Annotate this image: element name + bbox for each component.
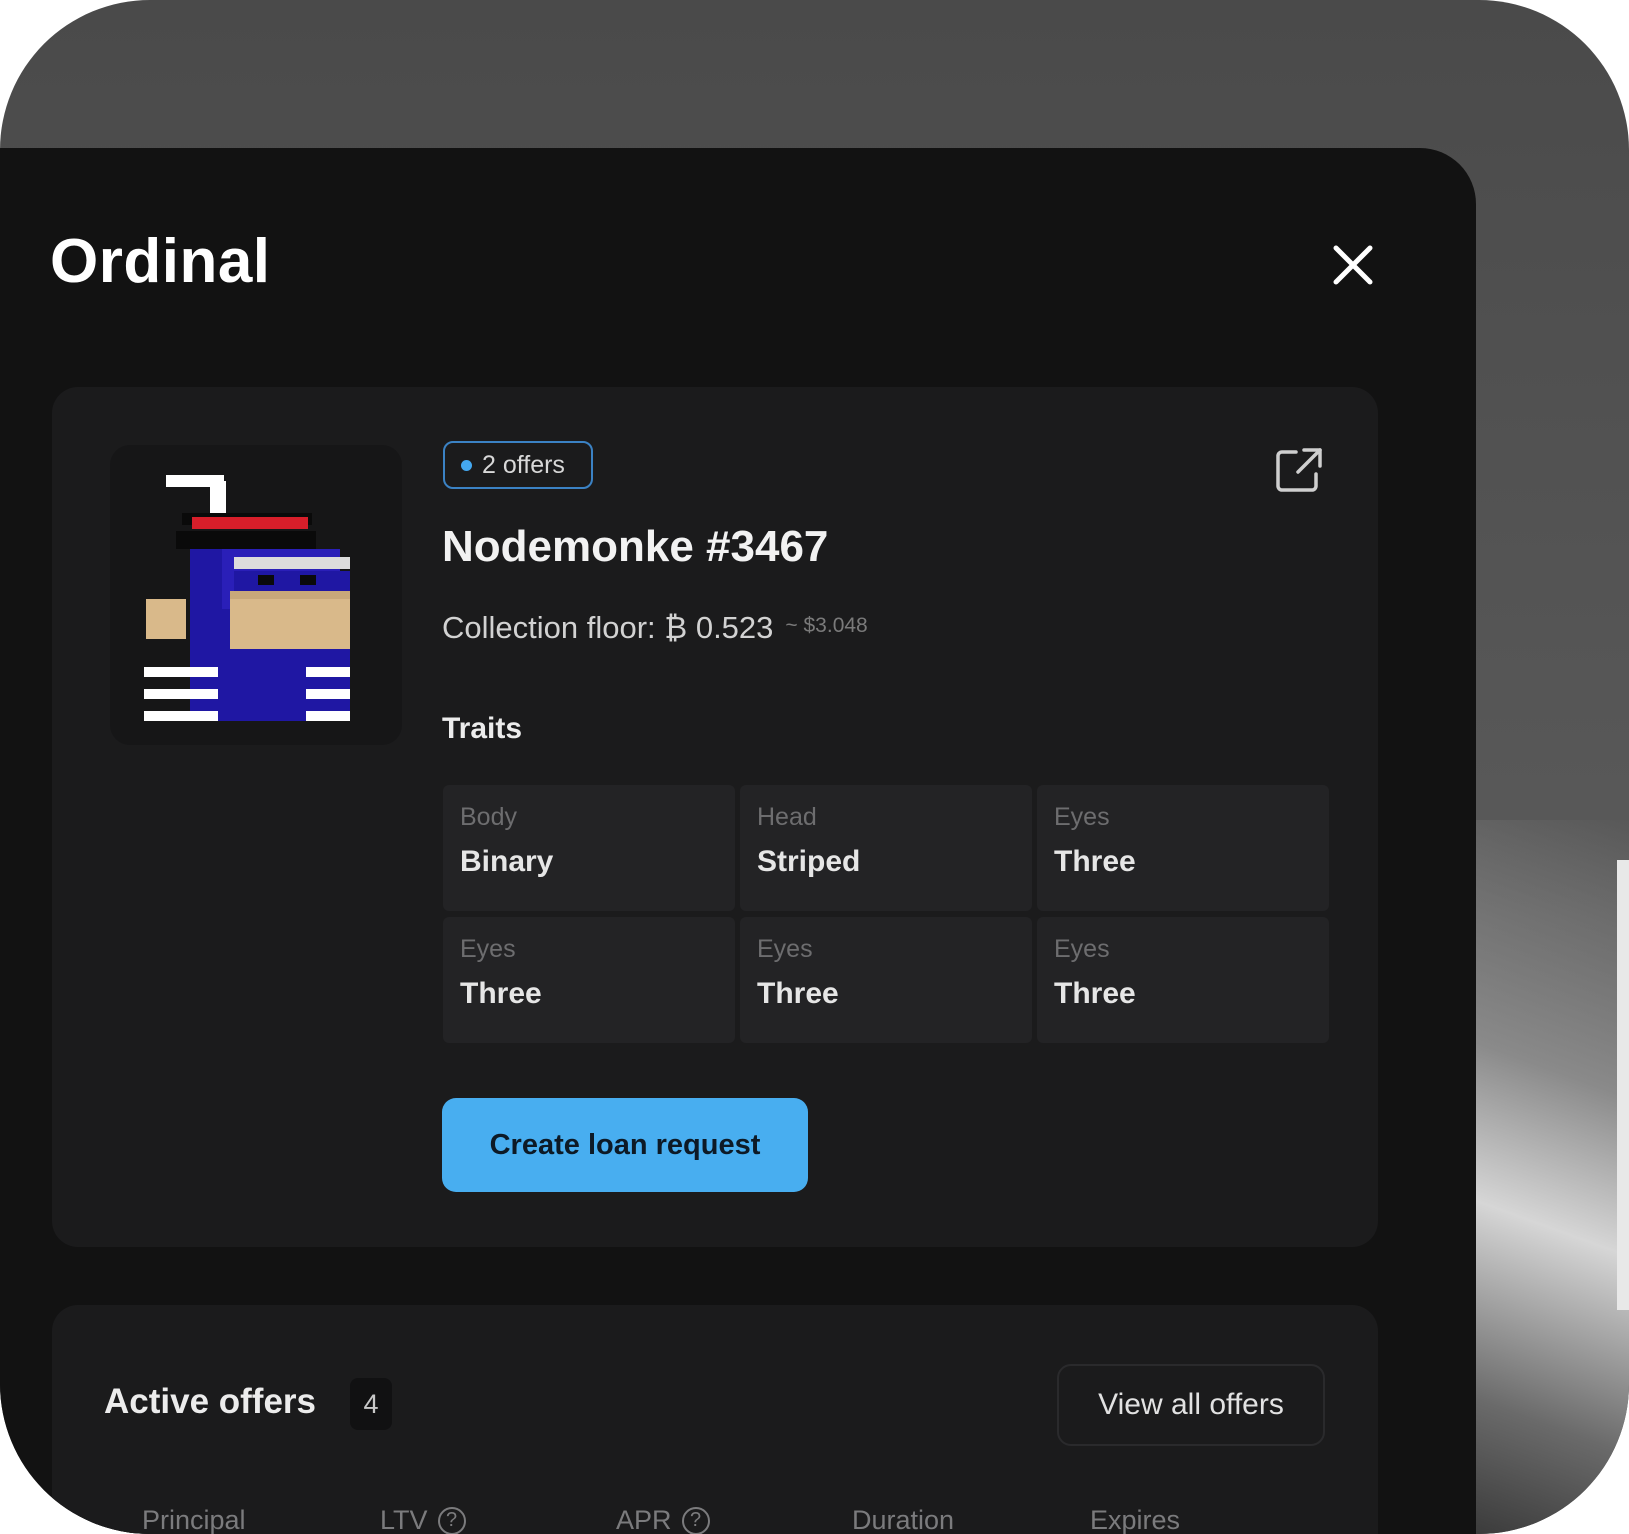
column-header-label: LTV	[380, 1505, 428, 1534]
trait-name: Eyes	[757, 935, 813, 963]
trait-value: Three	[1054, 977, 1136, 1010]
column-header-label: Duration	[852, 1505, 955, 1534]
nft-image	[110, 445, 402, 745]
trait-value: Three	[460, 977, 542, 1010]
active-offers-title: Active offers	[104, 1382, 317, 1421]
trait-card: Eyes Three	[1037, 917, 1329, 1043]
external-link-icon	[1276, 448, 1322, 492]
close-icon	[1333, 245, 1373, 285]
external-link-button[interactable]	[1272, 444, 1326, 498]
trait-value: Binary	[460, 845, 554, 878]
close-button[interactable]	[1326, 238, 1380, 292]
offers-badge-label: 2 offers	[482, 450, 565, 479]
column-header-expires[interactable]: Expires	[1090, 1505, 1180, 1534]
traits-heading: Traits	[442, 712, 523, 745]
create-loan-request-button[interactable]: Create loan request	[442, 1098, 808, 1192]
traits-grid: Body Binary Head Striped Eyes Three Eyes…	[443, 785, 1329, 1043]
column-header-apr[interactable]: APR ?	[616, 1505, 710, 1534]
collection-floor-usd: ~ $3.048	[785, 614, 868, 637]
help-icon[interactable]: ?	[681, 1506, 710, 1534]
column-header-ltv[interactable]: LTV ?	[380, 1505, 466, 1534]
column-header-label: Principal	[142, 1505, 246, 1534]
device-edge	[1617, 860, 1629, 1310]
trait-card: Body Binary	[443, 785, 735, 911]
trait-value: Three	[1054, 845, 1136, 878]
offers-badge: 2 offers	[443, 441, 593, 489]
help-icon[interactable]: ?	[437, 1506, 466, 1534]
trait-name: Body	[460, 803, 517, 831]
column-header-duration[interactable]: Duration	[852, 1505, 954, 1534]
view-all-offers-button[interactable]: View all offers	[1057, 1364, 1325, 1446]
column-header-label: Expires	[1090, 1505, 1181, 1534]
trait-card: Eyes Three	[740, 917, 1032, 1043]
trait-card: Eyes Three	[443, 917, 735, 1043]
trait-value: Striped	[757, 845, 861, 878]
collection-floor: Collection floor: ₿ 0.523 ~ $3.048	[442, 610, 868, 646]
trait-value: Three	[757, 977, 839, 1010]
column-header-principal[interactable]: Principal	[142, 1505, 246, 1534]
trait-card: Head Striped	[740, 785, 1032, 911]
status-dot-icon	[461, 459, 472, 471]
device-frame: Ordinal 2 offers Nodemonke #3467 Collect…	[0, 0, 1629, 1534]
trait-name: Eyes	[1054, 803, 1110, 831]
nft-name: Nodemonke #3467	[442, 522, 829, 571]
modal-title: Ordinal	[50, 227, 271, 296]
trait-card: Eyes Three	[1037, 785, 1329, 911]
trait-name: Head	[757, 803, 817, 831]
trait-name: Eyes	[1054, 935, 1110, 963]
column-header-label: APR	[616, 1505, 672, 1534]
collection-floor-value: Collection floor: ₿ 0.523	[442, 610, 774, 645]
trait-name: Eyes	[460, 935, 516, 963]
active-offers-count-badge: 4	[350, 1378, 392, 1430]
nodemonke-pixel-art	[144, 475, 350, 721]
